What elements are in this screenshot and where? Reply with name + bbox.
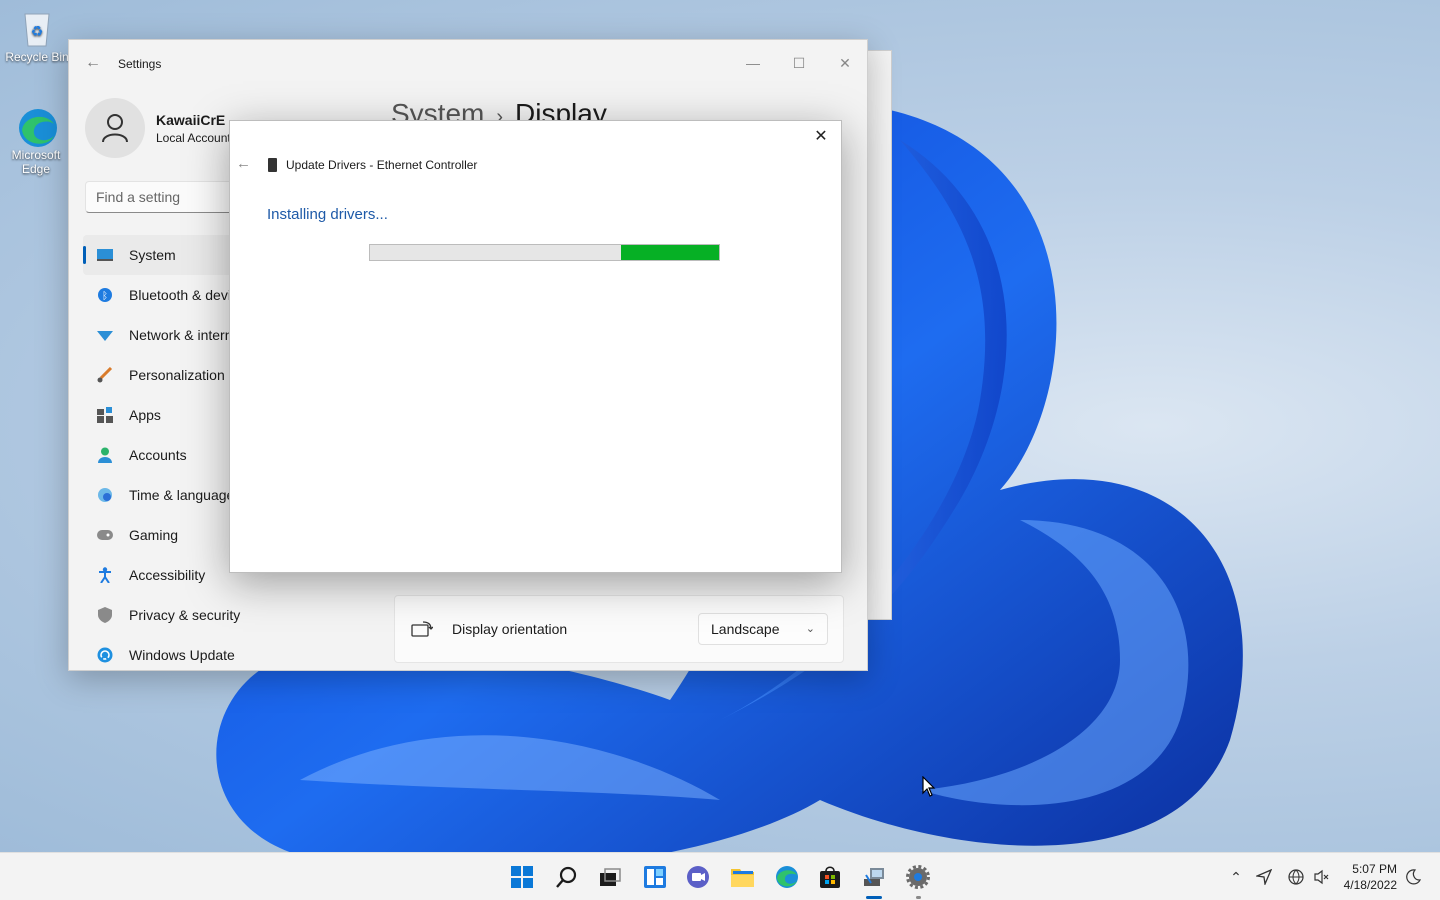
sidebar-item-label: Time & language [129, 487, 235, 503]
taskbar: ⌃ 5:07 PM 4/18/2022 [0, 852, 1440, 900]
sidebar-item-label: Personalization [129, 367, 225, 383]
sidebar-item-label: Apps [129, 407, 161, 423]
status-text: Installing drivers... [267, 206, 388, 223]
chevron-up-icon[interactable]: ⌃ [1226, 867, 1246, 887]
device-icon [268, 158, 277, 172]
display-orientation-label: Display orientation [452, 621, 568, 637]
desktop-icon-recycle-bin[interactable]: ♻ Recycle Bin [3, 8, 71, 64]
desktop-icon-edge[interactable]: Microsoft Edge [3, 106, 69, 176]
device-manager-icon[interactable] [862, 865, 886, 889]
file-explorer-icon[interactable] [730, 865, 754, 889]
close-button[interactable]: ✕ [822, 48, 867, 78]
apps-icon [97, 407, 113, 423]
network-icon[interactable] [1286, 867, 1306, 887]
close-button[interactable]: ✕ [809, 125, 833, 149]
display-orientation-card: Display orientation Landscape ⌄ [394, 595, 844, 663]
progress-bar [369, 244, 720, 261]
recycle-bin-icon: ♻ [17, 8, 57, 48]
maximize-button[interactable]: ☐ [776, 48, 822, 78]
update-drivers-dialog: ✕ ← Update Drivers - Ethernet Controller… [229, 120, 842, 573]
svg-text:♻: ♻ [31, 24, 44, 40]
sidebar-item-label: Accounts [129, 447, 187, 463]
gamepad-icon [97, 527, 113, 543]
globe-clock-icon [97, 487, 113, 503]
sidebar-item-label: Windows Update [129, 647, 235, 663]
edge-icon [16, 106, 57, 147]
chevron-down-icon: ⌄ [805, 623, 815, 635]
clock-date: 4/18/2022 [1343, 878, 1397, 892]
location-icon[interactable] [1254, 867, 1274, 887]
person-icon [102, 114, 128, 143]
monitor-icon [97, 247, 113, 263]
brush-icon [97, 367, 113, 383]
person-icon [97, 447, 113, 463]
shield-icon [97, 607, 113, 623]
edge-icon[interactable] [775, 865, 799, 889]
windows-start-icon[interactable] [510, 865, 534, 889]
back-arrow-icon[interactable]: ← [236, 155, 251, 172]
search-icon[interactable] [555, 865, 579, 889]
clock-time: 5:07 PM [1352, 862, 1397, 876]
system-clock[interactable]: 5:07 PM 4/18/2022 [1335, 861, 1397, 893]
sidebar-item-label: Accessibility [129, 567, 206, 583]
back-arrow-icon[interactable]: ← [85, 54, 101, 72]
bluetooth-icon: ᛒ [97, 287, 113, 303]
display-orientation-dropdown[interactable]: Landscape ⌄ [698, 613, 828, 645]
mouse-cursor-icon [922, 776, 936, 797]
running-app-indicator [916, 896, 921, 899]
sidebar-item-label: System [129, 247, 176, 263]
orientation-icon [411, 621, 433, 637]
dialog-title: Update Drivers - Ethernet Controller [286, 158, 478, 172]
sidebar-item-label: Network & internet [129, 327, 245, 343]
user-name: KawaiiCrE [156, 112, 226, 128]
sidebar-item-privacy-security[interactable]: Privacy & security [83, 595, 363, 635]
minimize-button[interactable]: — [730, 48, 776, 78]
avatar[interactable] [85, 98, 145, 158]
focus-assist-moon-icon[interactable] [1403, 867, 1423, 887]
sidebar-item-label: Privacy & security [129, 607, 241, 623]
dropdown-value: Landscape [711, 621, 780, 637]
wifi-icon [97, 327, 113, 343]
sync-icon [97, 647, 113, 663]
progress-bar-fill [621, 245, 719, 260]
active-app-indicator [866, 896, 882, 899]
title-bar: ← Settings — ☐ ✕ [69, 40, 867, 88]
sidebar-item-windows-update[interactable]: Windows Update [83, 635, 363, 670]
svg-text:ᛒ: ᛒ [102, 291, 108, 302]
accessibility-icon [97, 567, 113, 583]
volume-muted-icon[interactable] [1312, 867, 1332, 887]
window-title: Settings [118, 57, 162, 71]
chat-icon[interactable] [686, 865, 710, 889]
account-type: Local Account [156, 131, 231, 145]
widgets-icon[interactable] [643, 865, 667, 889]
sidebar-item-label: Gaming [129, 527, 179, 543]
desktop-icon-label: Microsoft Edge [11, 148, 61, 176]
desktop-icon-label: Recycle Bin [5, 50, 69, 64]
settings-icon[interactable] [906, 865, 930, 889]
store-icon[interactable] [818, 865, 842, 889]
task-view-icon[interactable] [598, 865, 622, 889]
